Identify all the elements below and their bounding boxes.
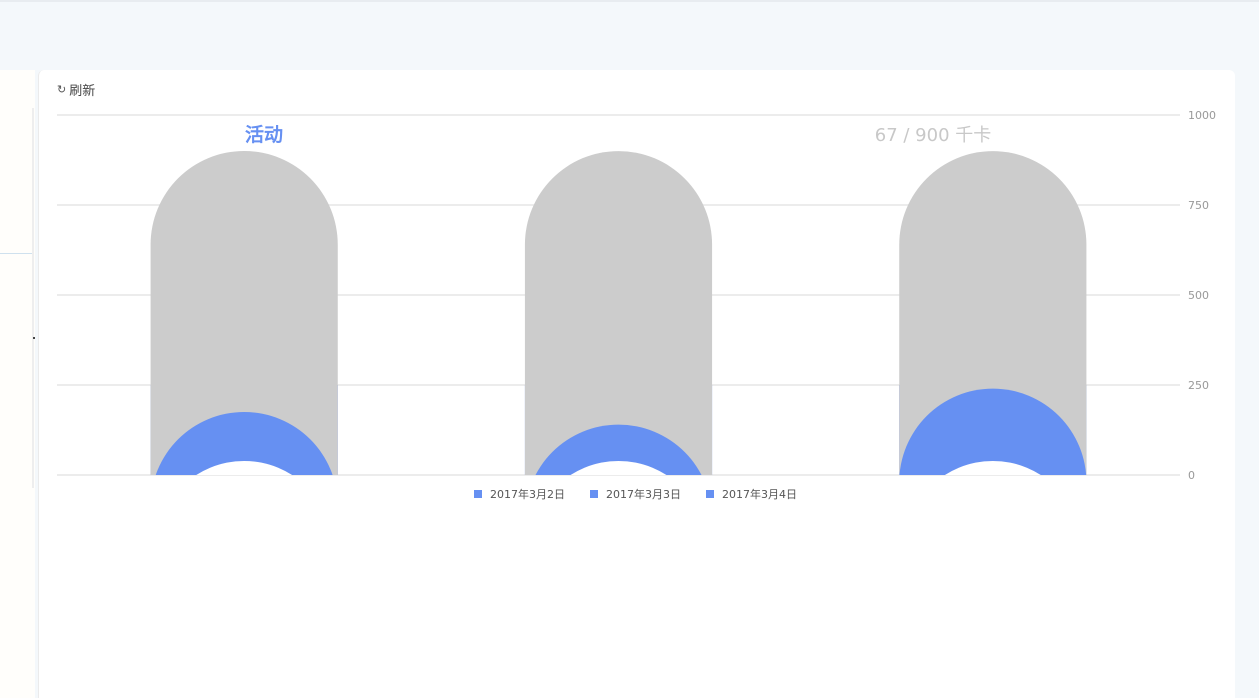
- legend-swatch-0: [474, 490, 482, 498]
- chart-annotation: 67 / 900 千卡: [875, 125, 992, 146]
- y-tick-label-2: 500: [1188, 289, 1209, 302]
- chart-legend: 2017年3月2日 2017年3月3日 2017年3月4日: [474, 487, 797, 501]
- legend-label-0[interactable]: 2017年3月2日: [490, 487, 565, 501]
- legend-label-1[interactable]: 2017年3月3日: [606, 487, 681, 501]
- bar-inner-0: [196, 460, 293, 475]
- chart-bars: [150, 151, 1087, 475]
- y-tick-label-4: 1000: [1188, 109, 1216, 122]
- legend-swatch-2: [706, 490, 714, 498]
- y-tick-label-0: 0: [1188, 469, 1195, 482]
- bar-inner-2: [944, 460, 1041, 475]
- y-tick-label-1: 250: [1188, 379, 1209, 392]
- y-tick-label-3: 750: [1188, 199, 1209, 212]
- bar-value-0: [155, 412, 333, 475]
- activity-chart: 02505007501000 活动 67 / 900 千卡 2017年3月2日 2…: [57, 109, 1216, 501]
- bar-value-1: [535, 424, 702, 475]
- bar-value-2: [899, 388, 1087, 475]
- legend-swatch-1: [590, 490, 598, 498]
- chart-title: 活动: [245, 123, 283, 146]
- legend-label-2[interactable]: 2017年3月4日: [722, 487, 797, 501]
